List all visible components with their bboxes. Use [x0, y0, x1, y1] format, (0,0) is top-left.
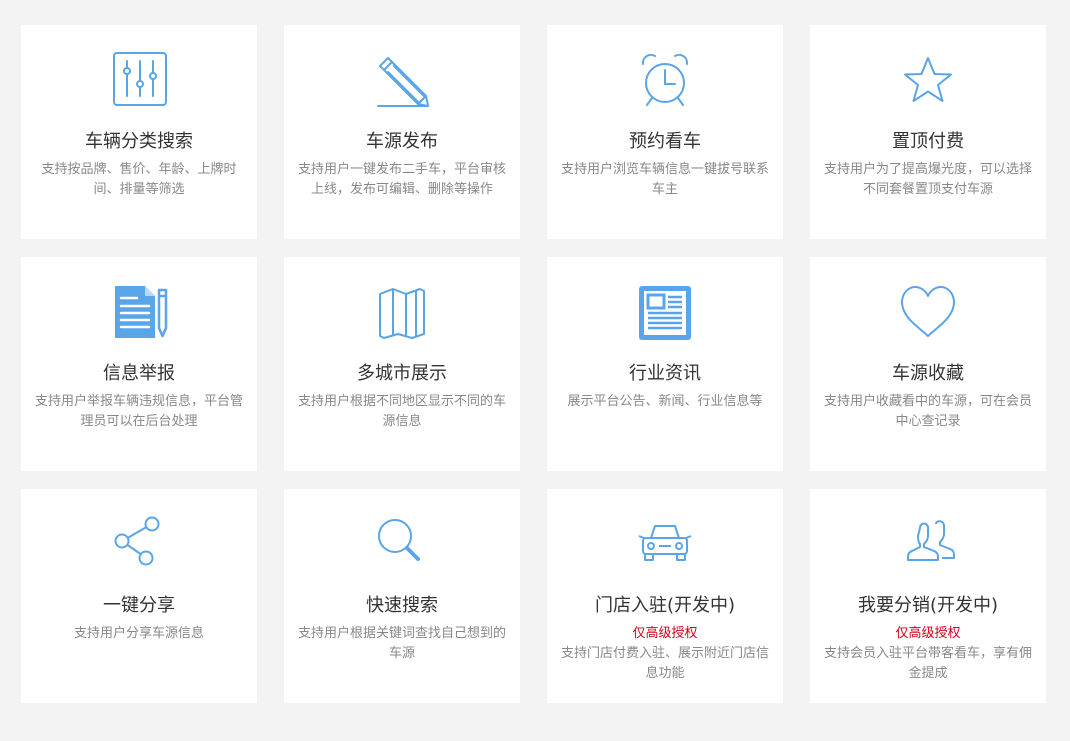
feature-title: 多城市展示	[357, 363, 447, 384]
feature-title: 快速搜索	[366, 595, 438, 616]
feature-card-top-pay[interactable]: 置顶付费 支持用户为了提高爆光度，可以选择不同套餐置顶支付车源	[810, 25, 1046, 239]
feature-description: 支持用户根据关键词查找自己想到的车源	[298, 626, 507, 661]
newspaper-icon	[635, 282, 695, 342]
feature-description: 支持会员入驻平台带客看车，享有佣金提成	[824, 646, 1033, 681]
feature-card-store-join[interactable]: 门店入驻(开发中) 仅高级授权 支持门店付费入驻、展示附近门店信息功能	[547, 489, 783, 703]
feature-title: 我要分销(开发中)	[857, 595, 999, 616]
feature-card-favorites[interactable]: 车源收藏 支持用户收藏看中的车源，可在会员中心查记录	[810, 257, 1046, 471]
feature-card-report[interactable]: 信息举报 支持用户举报车辆违规信息，平台管理员可以在后台处理	[21, 257, 257, 471]
feature-card-distribution[interactable]: 我要分销(开发中) 仅高级授权 支持会员入驻平台带客看车，享有佣金提成	[810, 489, 1046, 703]
feature-description: 支持按品牌、售价、年龄、上牌时间、排量等筛选	[41, 162, 237, 197]
sliders-icon	[109, 50, 169, 110]
feature-card-appointment[interactable]: 预约看车 支持用户浏览车辆信息一键拔号联系车主	[547, 25, 783, 239]
feature-card-share[interactable]: 一键分享 支持用户分享车源信息	[21, 489, 257, 703]
feature-description: 展示平台公告、新闻、行业信息等	[567, 394, 763, 409]
heart-icon	[898, 282, 958, 342]
feature-description: 支持用户根据不同地区显示不同的车源信息	[298, 394, 507, 429]
alarm-clock-icon	[635, 50, 695, 110]
feature-title: 车辆分类搜索	[85, 131, 193, 152]
feature-card-news[interactable]: 行业资讯 展示平台公告、新闻、行业信息等	[547, 257, 783, 471]
feature-title: 预约看车	[629, 131, 701, 152]
feature-description: 支持门店付费入驻、展示附近门店信息功能	[561, 646, 770, 681]
feature-card-publish[interactable]: 车源发布 支持用户一键发布二手车，平台审核上线，发布可编辑、删除等操作	[284, 25, 520, 239]
feature-card-multi-city[interactable]: 多城市展示 支持用户根据不同地区显示不同的车源信息	[284, 257, 520, 471]
feature-grid: 车辆分类搜索 支持按品牌、售价、年龄、上牌时间、排量等筛选 车源发布 支持用户一…	[21, 25, 1047, 703]
feature-description: 支持用户为了提高爆光度，可以选择不同套餐置顶支付车源	[824, 162, 1033, 197]
feature-title: 置顶付费	[892, 131, 964, 152]
car-icon	[635, 514, 695, 574]
feature-title: 车源收藏	[892, 363, 964, 384]
license-badge: 仅高级授权	[895, 626, 961, 641]
document-pen-icon	[109, 282, 169, 342]
feature-description: 支持用户一键发布二手车，平台审核上线，发布可编辑、删除等操作	[298, 162, 507, 197]
feature-description: 支持用户浏览车辆信息一键拔号联系车主	[561, 162, 770, 197]
share-icon	[109, 514, 169, 574]
feature-title: 门店入驻(开发中)	[594, 595, 736, 616]
license-badge: 仅高级授权	[632, 626, 698, 641]
feature-title: 车源发布	[366, 131, 438, 152]
pencil-icon	[372, 50, 432, 110]
star-icon	[898, 50, 958, 110]
feature-description: 支持用户分享车源信息	[73, 626, 204, 641]
map-icon	[372, 282, 432, 342]
users-icon	[898, 514, 958, 574]
feature-description: 支持用户举报车辆违规信息，平台管理员可以在后台处理	[35, 394, 244, 429]
feature-card-vehicle-search[interactable]: 车辆分类搜索 支持按品牌、售价、年龄、上牌时间、排量等筛选	[21, 25, 257, 239]
search-icon	[372, 514, 432, 574]
feature-title: 一键分享	[103, 595, 175, 616]
feature-description: 支持用户收藏看中的车源，可在会员中心查记录	[824, 394, 1033, 429]
feature-title: 信息举报	[103, 363, 175, 384]
feature-card-quick-search[interactable]: 快速搜索 支持用户根据关键词查找自己想到的车源	[284, 489, 520, 703]
feature-title: 行业资讯	[629, 363, 701, 384]
